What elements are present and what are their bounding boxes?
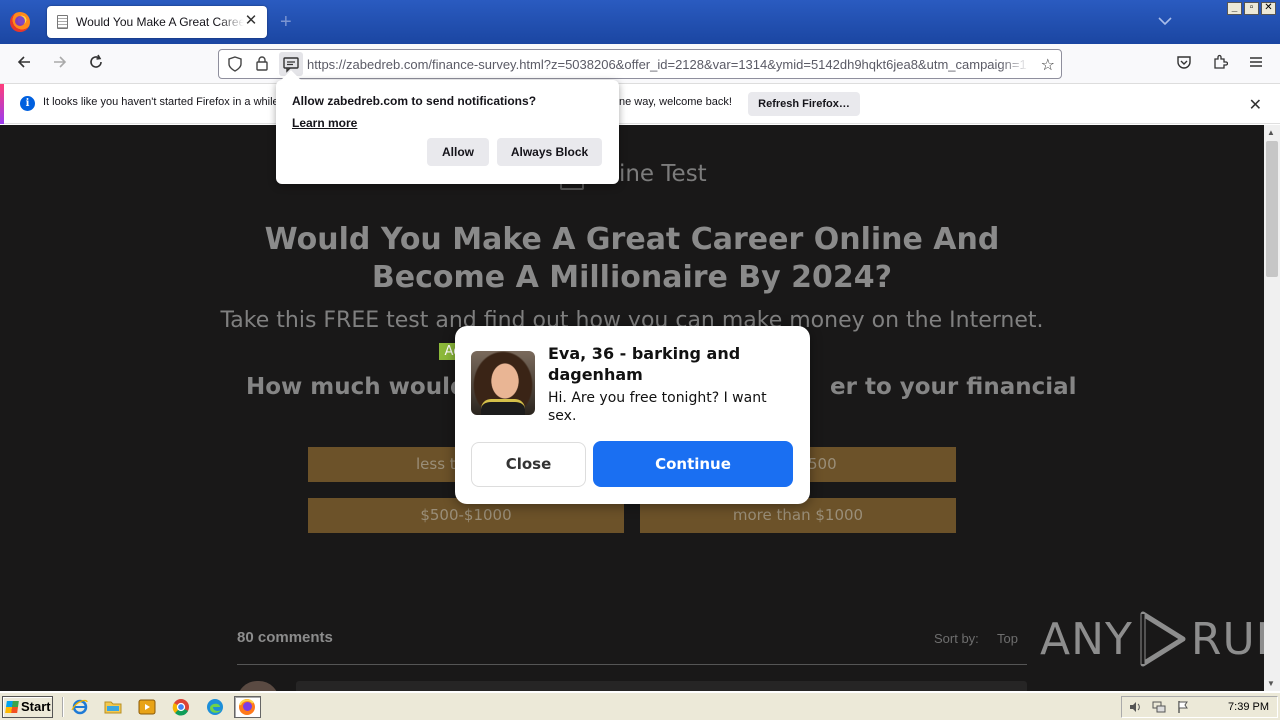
ad-profile-photo (471, 351, 535, 415)
start-button[interactable]: Start (2, 696, 53, 718)
survey-question-end: er to your financial (830, 374, 1077, 400)
always-block-button[interactable]: Always Block (497, 138, 602, 166)
anyrun-watermark: ANY RUN (1040, 610, 1264, 668)
page-scrollbar[interactable]: ▲ ▼ (1264, 125, 1280, 691)
chevron-down-icon[interactable] (1158, 14, 1172, 28)
flag-icon[interactable] (1176, 700, 1190, 714)
url-text[interactable]: https://zabedreb.com/finance-survey.html… (307, 57, 1029, 72)
taskbar: Start 7:39 PM (0, 692, 1280, 720)
media-player-icon[interactable] (138, 698, 156, 716)
ie-icon[interactable] (71, 698, 89, 716)
chrome-icon[interactable] (172, 698, 190, 716)
folder-icon[interactable] (104, 698, 122, 716)
watermark-right: RUN (1190, 613, 1264, 665)
notification-permission-popup: Allow zabedreb.com to send notifications… (276, 70, 619, 184)
lock-icon[interactable] (254, 56, 270, 72)
info-icon: i (20, 96, 35, 111)
scrollbar-thumb[interactable] (1266, 141, 1278, 277)
close-window-button[interactable]: ✕ (1261, 2, 1276, 15)
new-tab-button[interactable]: + (280, 12, 292, 32)
allow-button[interactable]: Allow (427, 138, 489, 166)
volume-icon[interactable] (1128, 700, 1142, 714)
learn-more-link[interactable]: Learn more (292, 116, 357, 130)
edge-icon[interactable] (206, 698, 224, 716)
menu-icon[interactable] (1246, 54, 1266, 74)
reload-icon[interactable] (86, 54, 106, 74)
extensions-icon[interactable] (1210, 54, 1230, 74)
watermark-left: ANY (1040, 613, 1133, 665)
taskbar-separator (62, 697, 64, 717)
taskbar-firefox-button[interactable] (234, 696, 261, 718)
comment-input[interactable] (296, 681, 1027, 691)
tab-strip: Would You Make A Great Career Online And… (0, 0, 1280, 44)
infobar-message: It looks like you haven't started Firefo… (43, 96, 279, 108)
infobar-accent (0, 84, 4, 124)
avatar (237, 681, 279, 691)
system-tray: 7:39 PM (1121, 696, 1278, 718)
infobar-close-button[interactable]: ✕ (1249, 95, 1262, 115)
bookmark-star-icon[interactable]: ☆ (1041, 55, 1055, 75)
forward-arrow-icon[interactable] (50, 54, 70, 74)
start-label: Start (21, 699, 51, 714)
tab-title: Would You Make A Great Career Online And… (76, 15, 244, 29)
nav-bar: https://zabedreb.com/finance-survey.html… (0, 44, 1280, 84)
tab-close-button[interactable]: ✕ (243, 13, 259, 29)
sort-by-label: Sort by: (934, 631, 979, 646)
ad-title: Eva, 36 - barking and dagenham (548, 344, 741, 384)
survey-question-start: How much would y (246, 374, 490, 400)
url-bar[interactable]: https://zabedreb.com/finance-survey.html… (218, 49, 1062, 79)
tab-active[interactable]: Would You Make A Great Career Online And… (47, 6, 267, 38)
page-icon (57, 15, 68, 29)
ad-close-button[interactable]: Close (471, 442, 586, 487)
comments-count: 80 comments (237, 629, 333, 646)
back-arrow-icon[interactable] (14, 54, 34, 74)
scroll-up-icon[interactable]: ▲ (1267, 128, 1275, 137)
sort-select[interactable]: Top (997, 631, 1018, 646)
system-clock: 7:39 PM (1228, 701, 1269, 713)
window-controls: _ ▫ ✕ (1227, 2, 1276, 15)
pocket-icon[interactable] (1174, 54, 1194, 74)
page-headline: Would You Make A Great Career Online And… (264, 222, 1000, 295)
scroll-down-icon[interactable]: ▼ (1267, 679, 1275, 688)
minimize-button[interactable]: _ (1227, 2, 1242, 15)
infobar-message-end: ne way, welcome back! (619, 96, 732, 108)
refresh-firefox-button[interactable]: Refresh Firefox… (748, 92, 860, 116)
firefox-taskbar-icon (239, 699, 255, 715)
comments-divider (237, 664, 1027, 665)
permission-question: Allow zabedreb.com to send notifications… (292, 94, 537, 108)
ad-message: Hi. Are you free tonight? I want sex. (548, 390, 767, 424)
play-icon (1140, 611, 1186, 667)
restore-button[interactable]: ▫ (1244, 2, 1259, 15)
shield-icon[interactable] (227, 56, 243, 72)
notification-bar: i It looks like you haven't started Fire… (0, 84, 1280, 124)
network-icon[interactable] (1152, 700, 1166, 714)
ad-modal: Eva, 36 - barking and dagenham Hi. Are y… (455, 326, 810, 504)
firefox-icon[interactable] (10, 12, 30, 32)
windows-logo-icon (5, 701, 19, 713)
ad-continue-button[interactable]: Continue (593, 441, 793, 487)
